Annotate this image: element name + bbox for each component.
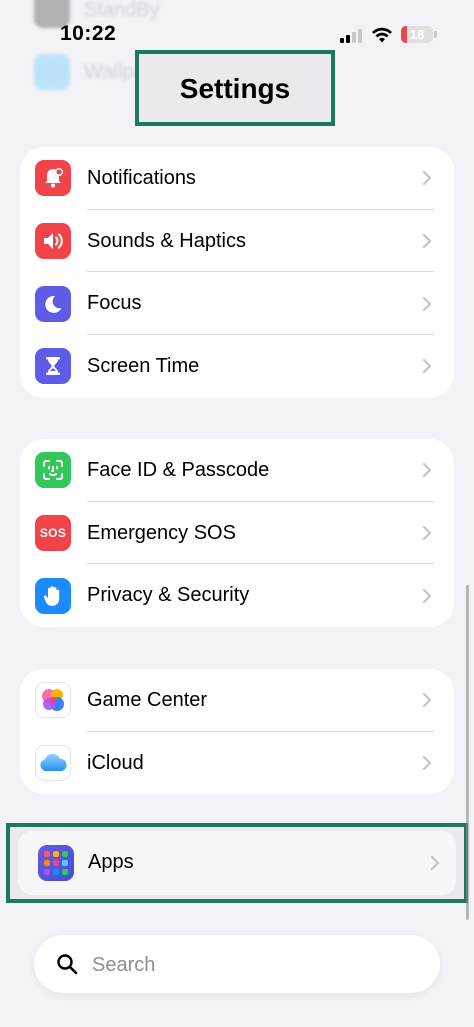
search-icon (57, 954, 78, 975)
settings-group-1: Notifications Sounds & Haptics Focus Scr… (20, 147, 454, 398)
battery-tip (434, 31, 437, 38)
settings-row-game-center[interactable]: Game Center (20, 669, 454, 732)
moon-icon (35, 285, 71, 322)
chevron-right-icon (422, 755, 432, 771)
chevron-right-icon (422, 463, 432, 478)
settings-row-apps[interactable]: Apps (18, 831, 456, 895)
settings-row-label: Face ID & Passcode (87, 458, 270, 481)
chevron-right-icon (422, 525, 432, 541)
chevron-right-icon (422, 693, 432, 708)
settings-row-label: iCloud (87, 751, 144, 774)
settings-row-label: Apps (88, 851, 134, 873)
battery-icon: 18 (401, 26, 433, 43)
bell-icon (35, 160, 71, 197)
chevron-right-icon (422, 359, 432, 374)
chevron-right-icon (422, 588, 432, 603)
settings-row-label: Game Center (87, 688, 208, 711)
chevron-right-icon (430, 855, 440, 871)
search-input[interactable] (90, 935, 414, 995)
settings-row-focus[interactable]: Focus (20, 272, 454, 336)
settings-row-icloud[interactable]: iCloud (20, 732, 454, 795)
settings-row-label: Notifications (87, 166, 196, 189)
scrollbar[interactable] (466, 585, 469, 920)
hourglass-icon (35, 348, 71, 385)
settings-row-sounds-haptics[interactable]: Sounds & Haptics (20, 210, 454, 273)
search-bar[interactable] (34, 935, 440, 995)
settings-row-face-id-passcode[interactable]: Face ID & Passcode (20, 439, 454, 502)
speaker-icon (35, 223, 71, 260)
settings-group-2: Face ID & Passcode SOS Emergency SOS Pri… (20, 439, 454, 628)
game-center-icon (35, 682, 71, 719)
settings-row-privacy-security[interactable]: Privacy & Security (20, 564, 454, 627)
page-title: Settings (179, 73, 291, 104)
apps-grid-icon (38, 845, 74, 881)
cloud-icon (35, 745, 71, 782)
settings-row-label: Screen Time (87, 354, 200, 377)
settings-row-label: Emergency SOS (87, 521, 236, 544)
status-time: 10:22 (60, 22, 117, 45)
settings-row-emergency-sos[interactable]: SOS Emergency SOS (20, 502, 454, 565)
settings-row-screen-time[interactable]: Screen Time (20, 335, 454, 398)
settings-group-3: Game Center iCloud (20, 669, 454, 795)
battery-level: 18 (409, 27, 425, 42)
settings-row-label: Sounds & Haptics (87, 229, 246, 252)
faceid-icon (35, 452, 71, 489)
cellular-signal-icon (340, 27, 362, 43)
sos-icon: SOS (35, 515, 71, 552)
wifi-icon (372, 27, 392, 43)
chevron-right-icon (422, 296, 432, 311)
hand-icon (35, 577, 71, 614)
apps-highlight-box: Apps (6, 823, 468, 903)
sos-badge: SOS (39, 526, 67, 541)
chevron-right-icon (422, 171, 432, 186)
settings-row-label: Focus (87, 292, 142, 315)
settings-row-notifications[interactable]: Notifications (20, 147, 454, 210)
settings-row-label: Privacy & Security (87, 584, 250, 607)
title-highlight-box: Settings (135, 50, 335, 126)
chevron-right-icon (422, 233, 432, 249)
